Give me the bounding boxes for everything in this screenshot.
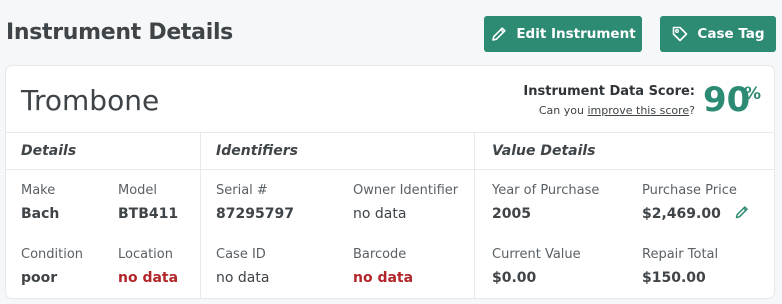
case-id-label: Case ID [216, 247, 266, 262]
case-id-value: no data [216, 270, 270, 286]
column-divider [200, 132, 201, 298]
instrument-card: Trombone Instrument Data Score: Can you … [6, 66, 774, 298]
repair-total-label: Repair Total [642, 247, 719, 262]
current-value-label: Current Value [492, 247, 581, 262]
column-divider [474, 132, 475, 298]
owner-identifier-value: no data [353, 206, 407, 222]
section-header-row: Details Identifiers Value Details [6, 132, 774, 170]
purchase-price-label: Purchase Price [642, 183, 737, 198]
page-title: Instrument Details [6, 20, 233, 45]
edit-instrument-button[interactable]: Edit Instrument [484, 16, 642, 52]
pencil-icon [492, 27, 506, 41]
edit-instrument-label: Edit Instrument [516, 26, 636, 42]
location-value: no data [118, 270, 179, 286]
case-tag-label: Case Tag [697, 26, 765, 42]
section-details: Details [21, 143, 77, 159]
section-identifiers: Identifiers [216, 143, 298, 159]
model-label: Model [118, 183, 158, 198]
repair-total-value: $150.00 [642, 270, 706, 286]
condition-value: poor [21, 270, 58, 286]
condition-label: Condition [21, 247, 84, 262]
serial-label: Serial # [216, 183, 268, 198]
year-of-purchase-value: 2005 [492, 206, 531, 222]
score-prompt: Can you improve this score? [539, 104, 695, 117]
barcode-label: Barcode [353, 247, 407, 262]
page-header: Instrument Details Edit Instrument Case … [0, 0, 782, 64]
current-value-value: $0.00 [492, 270, 537, 286]
score-prompt-after: ? [689, 104, 695, 117]
data-score-label: Instrument Data Score: [523, 84, 695, 99]
improve-score-link[interactable]: improve this score [587, 104, 689, 117]
make-value: Bach [21, 206, 60, 222]
instrument-name: Trombone [21, 84, 160, 117]
data-score-unit: % [744, 84, 762, 104]
location-label: Location [118, 247, 173, 262]
make-label: Make [21, 183, 56, 198]
barcode-value: no data [353, 270, 414, 286]
case-tag-button[interactable]: Case Tag [660, 16, 776, 52]
year-of-purchase-label: Year of Purchase [492, 183, 600, 198]
score-prompt-before: Can you [538, 104, 588, 117]
model-value: BTB411 [118, 206, 179, 222]
tag-icon [673, 26, 688, 42]
owner-identifier-label: Owner Identifier [353, 183, 459, 198]
section-value-details: Value Details [492, 143, 596, 159]
edit-price-pencil-icon[interactable] [734, 204, 750, 220]
purchase-price-value: $2,469.00 [642, 206, 721, 222]
serial-value: 87295797 [216, 206, 294, 222]
